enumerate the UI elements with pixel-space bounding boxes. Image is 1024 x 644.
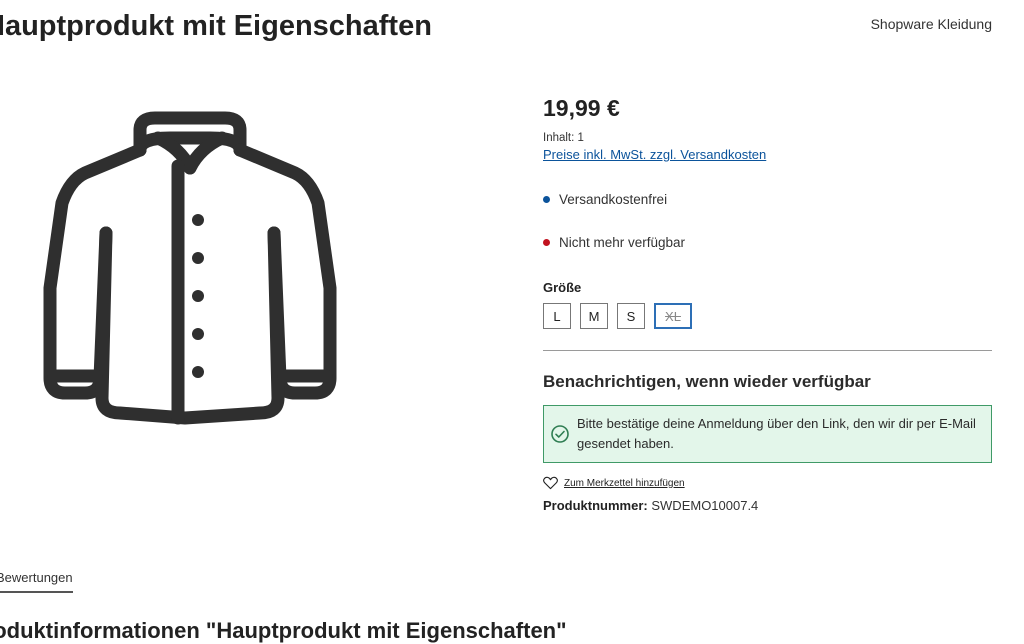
status-dot-icon [543,196,550,203]
tax-shipping-link[interactable]: Preise inkl. MwSt. zzgl. Versandkosten [543,147,992,162]
size-option-xl[interactable]: XL [654,303,692,329]
product-number-label: Produktnummer: [543,498,648,513]
wishlist-label: Zum Merkzettel hinzufügen [564,477,685,489]
size-option-l[interactable]: L [543,303,571,329]
size-options: L M S XL [543,303,992,329]
check-circle-icon [551,425,569,443]
product-price: 19,99 € [543,95,620,121]
status-dot-icon [543,239,550,246]
product-title: Hauptprodukt mit Eigenschaften [0,10,432,42]
shipping-status-text: Versandkostenfrei [559,192,668,207]
buy-box: 19,99 € Inhalt: 1 Preise inkl. MwSt. zzg… [543,95,992,513]
jacket-icon [43,111,337,425]
product-number: Produktnummer: SWDEMO10007.4 [543,498,992,513]
product-number-value: SWDEMO10007.4 [651,498,759,513]
product-image[interactable] [40,108,340,438]
notify-title: Benachrichtigen, wenn wieder verfügbar [543,372,871,391]
manufacturer-link[interactable]: Shopware Kleidung [871,16,992,32]
shipping-status: Versandkostenfrei [543,192,992,207]
content-info: Inhalt: 1 [543,132,584,144]
availability-status: Nicht mehr verfügbar [543,235,992,250]
wishlist-button[interactable]: Zum Merkzettel hinzufügen [543,476,992,490]
size-option-m[interactable]: M [580,303,608,329]
size-label: Größe [543,280,582,295]
heart-icon [543,476,558,490]
availability-status-text: Nicht mehr verfügbar [559,235,686,250]
alert-text: Bitte bestätige deine Anmeldung über den… [577,416,976,451]
success-alert: Bitte bestätige deine Anmeldung über den… [543,405,992,463]
divider [543,350,992,351]
tab-reviews[interactable]: Bewertungen [0,570,73,593]
section-title: Produktinformationen "Hauptprodukt mit E… [0,618,567,643]
size-option-s[interactable]: S [617,303,645,329]
